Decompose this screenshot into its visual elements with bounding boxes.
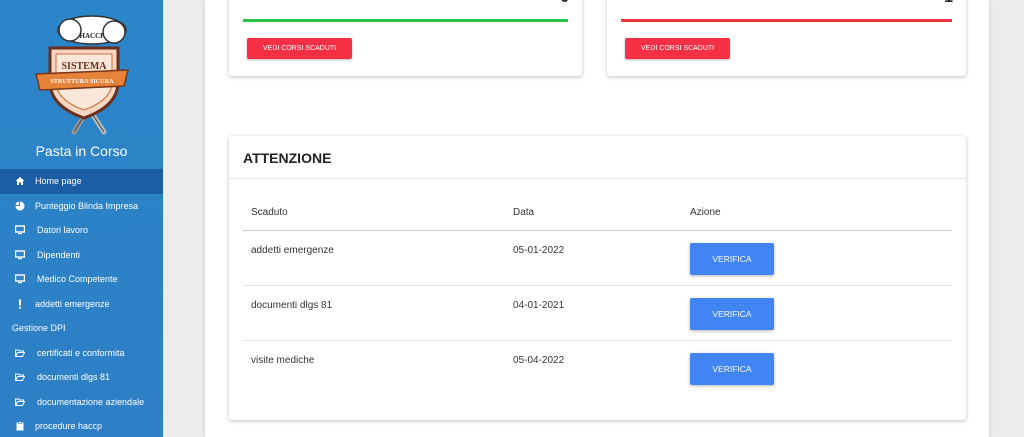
stat-value: 0	[560, 0, 569, 6]
table-row: addetti emergenze 05-01-2022 VERIFICA	[243, 231, 952, 286]
sidebar-item-documenti-dlgs81[interactable]: documenti dlgs 81	[0, 365, 163, 390]
sidebar-item-addetti-emergenze[interactable]: addetti emergenze	[0, 292, 163, 317]
expired-item: addetti emergenze	[251, 245, 334, 256]
table-row: documenti dlgs 81 04-01-2021 VERIFICA	[243, 286, 952, 341]
sidebar-item-label: Gestione DPI	[12, 323, 66, 334]
home-icon	[12, 175, 28, 187]
folder-open-icon	[12, 347, 28, 359]
sidebar: HACCP SISTEMA STRUTTURA SICURA Pasta in …	[0, 0, 163, 437]
column-header-scaduto: Scaduto	[251, 207, 288, 218]
desktop-icon	[12, 273, 28, 285]
clipboard-icon	[12, 420, 28, 432]
sidebar-item-punteggio[interactable]: Punteggio Blinda Impresa	[0, 194, 163, 219]
table-row: visite mediche 05-04-2022 VERIFICA	[243, 341, 952, 396]
attention-title: ATTENZIONE	[243, 150, 332, 166]
verify-button[interactable]: VERIFICA	[690, 353, 774, 385]
stat-status-bar	[243, 19, 568, 22]
view-expired-courses-button[interactable]: VEDI CORSI SCADUTI	[247, 38, 353, 59]
sidebar-item-label: Home page	[35, 176, 82, 187]
main-content: 0 VEDI CORSI SCADUTI 1 VEDI CORSI SCADUT…	[205, 0, 989, 437]
pie-chart-icon	[12, 200, 28, 212]
logo-line1: SISTEMA	[61, 61, 107, 72]
exclamation-icon	[12, 298, 28, 310]
sidebar-item-datori-lavoro[interactable]: Datori lavoro	[0, 218, 163, 243]
desktop-icon	[12, 224, 28, 236]
logo: HACCP SISTEMA STRUTTURA SICURA	[32, 10, 132, 138]
verify-button[interactable]: VERIFICA	[690, 298, 774, 330]
expired-item: visite mediche	[251, 355, 315, 366]
sidebar-item-medico-competente[interactable]: Medico Competente	[0, 267, 163, 292]
expired-date: 05-01-2022	[513, 245, 565, 256]
folder-open-icon	[12, 371, 28, 383]
folder-open-icon	[12, 396, 28, 408]
table-header: Scaduto Data Azione	[243, 198, 952, 231]
sidebar-item-label: Medico Competente	[37, 274, 118, 285]
sidebar-item-certificati[interactable]: certificati e conformita	[0, 341, 163, 366]
sidebar-item-label: procedure haccp	[35, 421, 103, 432]
stat-card-expired-alert: 1 VEDI CORSI SCADUTI	[607, 0, 966, 76]
sidebar-item-documentazione-aziendale[interactable]: documentazione aziendale	[0, 390, 163, 415]
divider	[229, 178, 966, 179]
attention-card: ATTENZIONE Scaduto Data Azione addetti e…	[229, 136, 966, 420]
expired-item: documenti dlgs 81	[251, 300, 333, 311]
verify-button[interactable]: VERIFICA	[690, 243, 774, 275]
sidebar-item-label: Punteggio Blinda Impresa	[35, 200, 139, 211]
sidebar-item-label: documentazione aziendale	[37, 396, 145, 407]
expired-table: Scaduto Data Azione addetti emergenze 05…	[243, 198, 952, 396]
stat-card-expired-ok: 0 VEDI CORSI SCADUTI	[229, 0, 582, 76]
expired-date: 05-04-2022	[513, 355, 565, 366]
sidebar-item-label: Datori lavoro	[37, 225, 89, 236]
view-expired-courses-button[interactable]: VEDI CORSI SCADUTI	[625, 38, 731, 59]
sidebar-nav: Home page Punteggio Blinda Impresa Dator…	[0, 169, 163, 437]
logo-line2: STRUTTURA SICURA	[50, 78, 114, 85]
expired-date: 04-01-2021	[513, 300, 565, 311]
logo-top-text: HACCP	[80, 32, 106, 40]
stat-value: 1	[944, 0, 953, 6]
sidebar-item-label: addetti emergenze	[35, 298, 110, 309]
sidebar-item-procedure-haccp[interactable]: procedure haccp	[0, 414, 163, 437]
sidebar-item-label: certificati e conformita	[37, 347, 125, 358]
sidebar-item-gestione-dpi[interactable]: Gestione DPI	[0, 316, 163, 341]
column-header-azione: Azione	[690, 207, 721, 218]
sidebar-item-dipendenti[interactable]: Dipendenti	[0, 243, 163, 268]
sidebar-item-label: documenti dlgs 81	[37, 372, 111, 383]
sidebar-item-label: Dipendenti	[37, 249, 81, 260]
stat-status-bar	[621, 19, 952, 22]
sidebar-item-home[interactable]: Home page	[0, 169, 163, 194]
company-name: Pasta in Corso	[35, 143, 128, 159]
column-header-data: Data	[513, 207, 535, 218]
desktop-icon	[12, 249, 28, 261]
